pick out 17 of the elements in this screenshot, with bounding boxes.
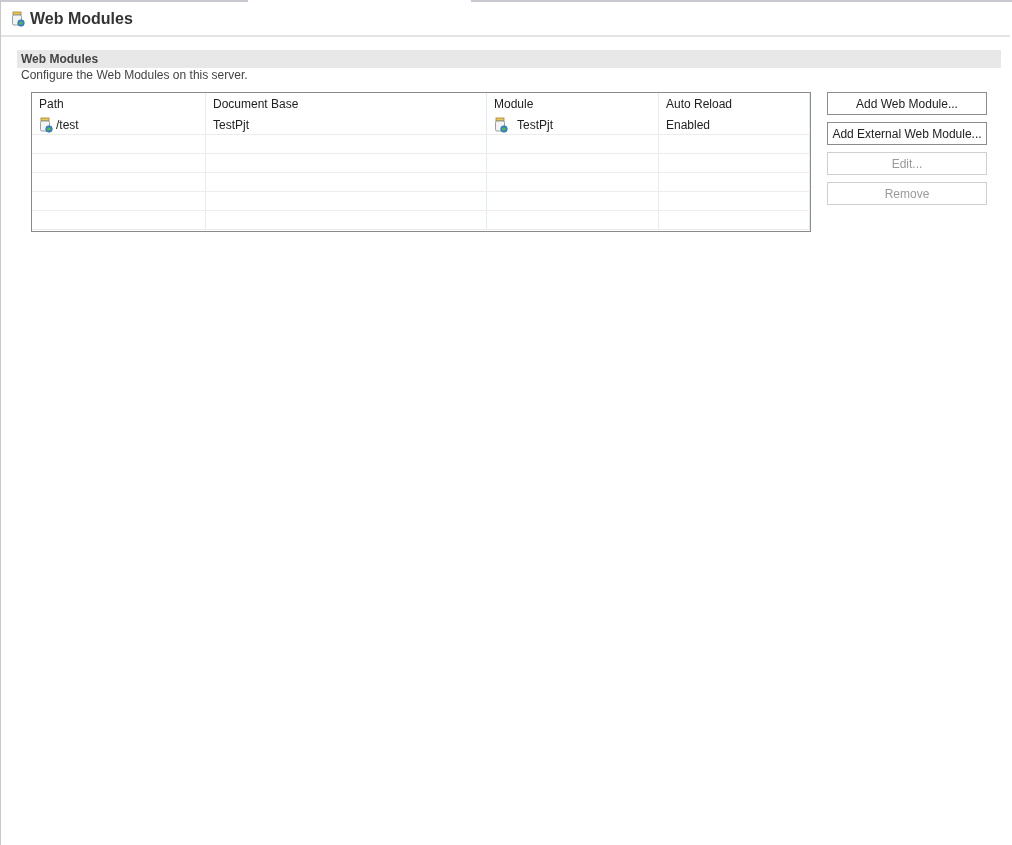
section-title: Web Modules xyxy=(21,51,99,68)
table-cell-text: TestPjt xyxy=(517,116,553,134)
jar-globe-icon xyxy=(494,116,508,133)
table-row[interactable]: /test TestPjt TestPjt Enabled xyxy=(32,115,810,135)
section-description: Configure the Web Modules on this server. xyxy=(20,68,249,83)
table-cell-text: /test xyxy=(56,116,79,134)
table-cell-text: Enabled xyxy=(666,116,711,134)
column-header[interactable]: Document Base xyxy=(206,93,487,115)
table-cell-text: TestPjt xyxy=(213,116,249,134)
column-header[interactable]: Module xyxy=(487,93,659,115)
editor-title: Web Modules xyxy=(30,8,133,29)
column-header[interactable]: Auto Reload xyxy=(659,93,810,115)
jar-globe-icon xyxy=(11,10,25,27)
action-button[interactable]: Add External Web Module... xyxy=(827,122,987,145)
jar-globe-icon xyxy=(39,116,53,133)
column-header[interactable]: Path xyxy=(32,93,206,115)
action-button[interactable]: Add Web Module... xyxy=(827,92,987,115)
